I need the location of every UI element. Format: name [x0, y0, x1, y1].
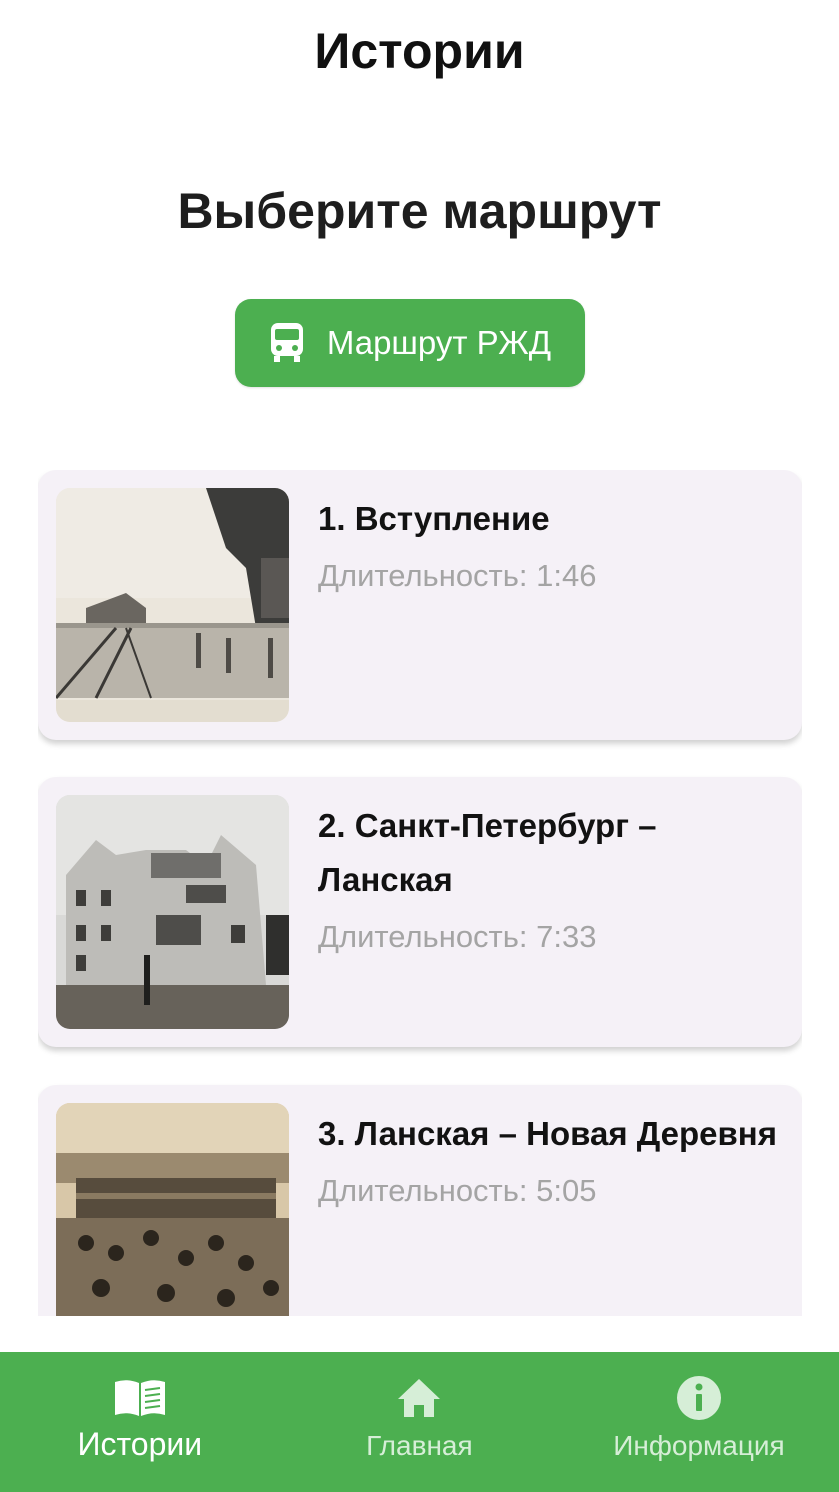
page-title: Истории [314, 23, 525, 79]
nav-label: Информация [613, 1430, 785, 1461]
train-icon [270, 323, 303, 362]
nav-label: Главная [366, 1430, 473, 1461]
story-duration: Длительность: 7:33 [318, 919, 597, 954]
info-icon [672, 1376, 726, 1420]
story-title: 1. Вступление [318, 500, 550, 537]
home-icon [392, 1376, 446, 1420]
story-card[interactable]: 2. Санкт-Петербург – Ланская Длительност… [38, 777, 802, 1047]
railway-station-photo [56, 488, 289, 722]
crowd-platform-photo [56, 1103, 289, 1316]
story-title: 2. Санкт-Петербург – Ланская [318, 807, 657, 898]
story-card[interactable]: 1. Вступление Длительность: 1:46 [38, 470, 802, 740]
story-duration: Длительность: 1:46 [318, 558, 597, 593]
nav-item-stories[interactable]: Истории [0, 1352, 280, 1492]
nav-label: Истории [77, 1426, 203, 1462]
nav-item-home[interactable]: Главная [280, 1352, 560, 1492]
story-card[interactable]: 3. Ланская – Новая Деревня Длительность:… [38, 1085, 802, 1316]
building-photo [56, 795, 289, 1029]
route-button-label: Маршрут РЖД [326, 324, 552, 361]
route-rzd-button[interactable]: Маршрут РЖД [235, 299, 585, 387]
nav-item-info[interactable]: Информация [559, 1352, 839, 1492]
bottom-navigation: Истории Главная Информация [0, 1352, 839, 1492]
book-icon [113, 1376, 167, 1420]
story-list[interactable]: 1. Вступление Длительность: 1:46 2. Санк… [38, 470, 802, 1316]
section-title: Выберите маршрут [177, 183, 662, 239]
story-duration: Длительность: 5:05 [318, 1173, 597, 1208]
story-title: 3. Ланская – Новая Деревня [318, 1115, 777, 1152]
